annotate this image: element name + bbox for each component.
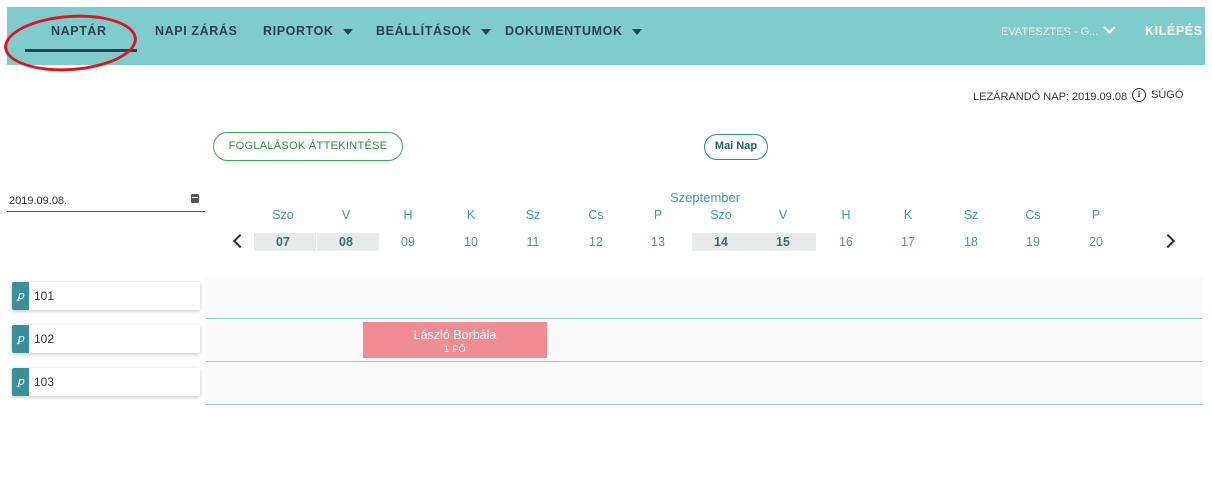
- booking-guest-count: 1 FŐ: [443, 344, 466, 354]
- day-name: Sz: [963, 208, 979, 222]
- day-number[interactable]: 19: [1013, 233, 1053, 251]
- nav-settings-label: BEÁLLÍTÁSOK: [376, 24, 472, 38]
- logout-button[interactable]: KILÉPÉS: [1145, 24, 1203, 38]
- day-name: P: [1091, 208, 1101, 222]
- booking-block[interactable]: László Borbála 1 FŐ: [363, 322, 547, 358]
- help-link[interactable]: i SÚGÓ: [1132, 88, 1183, 102]
- caret-down-icon: [631, 28, 642, 35]
- key-icon: ꝑ: [12, 368, 29, 396]
- nav-settings[interactable]: BEÁLLÍTÁSOK: [376, 24, 491, 38]
- day-number[interactable]: 16: [826, 233, 866, 251]
- info-icon: i: [1132, 88, 1146, 102]
- room-number: 101: [34, 289, 55, 303]
- user-menu[interactable]: EVATESZTES - G...: [1001, 21, 1117, 38]
- day-number[interactable]: 10: [451, 233, 491, 251]
- day-number[interactable]: 17: [888, 233, 928, 251]
- nav-reports-label: RIPORTOK: [263, 24, 334, 38]
- room-number: 102: [34, 332, 55, 346]
- room-card[interactable]: ꝑ 101: [12, 282, 200, 310]
- caret-down-icon: [480, 28, 491, 35]
- calendar-icon[interactable]: [191, 194, 199, 203]
- day-name: Szo: [272, 208, 294, 222]
- next-arrow-icon[interactable]: [1160, 233, 1176, 249]
- day-number[interactable]: 09: [388, 233, 428, 251]
- room-row-strip[interactable]: [205, 276, 1203, 319]
- day-name: K: [903, 208, 913, 222]
- day-name: H: [841, 208, 851, 222]
- date-value: 2019.09.08.: [9, 195, 68, 207]
- previous-arrow-icon[interactable]: [232, 233, 248, 249]
- day-name: H: [403, 208, 413, 222]
- help-label: SÚGÓ: [1151, 89, 1184, 101]
- day-name: K: [466, 208, 476, 222]
- day-number[interactable]: 14: [701, 233, 741, 251]
- day-name: V: [341, 208, 351, 222]
- nav-reports[interactable]: RIPORTOK: [263, 24, 353, 38]
- room-row-strip[interactable]: [205, 319, 1203, 362]
- day-name: Cs: [588, 208, 604, 222]
- day-number[interactable]: 11: [513, 233, 553, 251]
- key-icon: ꝑ: [12, 325, 29, 353]
- today-button[interactable]: Mai Nap: [704, 134, 768, 160]
- day-number[interactable]: 18: [951, 233, 991, 251]
- day-name: V: [778, 208, 788, 222]
- caret-down-icon: [342, 28, 353, 35]
- day-number[interactable]: 13: [638, 233, 678, 251]
- date-picker-input[interactable]: 2019.09.08.: [7, 191, 205, 212]
- nav-daily-closing[interactable]: NAPI ZÁRÁS: [155, 24, 237, 38]
- room-card[interactable]: ꝑ 103: [12, 368, 200, 396]
- day-name: P: [653, 208, 663, 222]
- booking-guest-name: László Borbála: [413, 328, 497, 342]
- user-name: EVATESZTES - G...: [1001, 26, 1099, 38]
- room-row-strip[interactable]: [205, 362, 1203, 405]
- day-name: Szo: [710, 208, 732, 222]
- day-number[interactable]: 15: [763, 233, 803, 251]
- bookings-overview-button[interactable]: FOGLALÁSOK ÁTTEKINTÉSE: [213, 132, 403, 161]
- day-number[interactable]: 08: [326, 233, 366, 251]
- nav-documents[interactable]: DOKUMENTUMOK: [505, 24, 642, 38]
- nav-documents-label: DOKUMENTUMOK: [505, 24, 623, 38]
- key-icon: ꝑ: [12, 282, 29, 310]
- day-number[interactable]: 07: [263, 233, 303, 251]
- day-number[interactable]: 12: [576, 233, 616, 251]
- chevron-down-icon: [1103, 21, 1117, 34]
- month-label: Szeptember: [670, 190, 741, 205]
- room-card[interactable]: ꝑ 102: [12, 325, 200, 353]
- room-number: 103: [34, 375, 55, 389]
- day-name: Sz: [525, 208, 541, 222]
- closing-day-label: LEZÁRANDÓ NAP: 2019.09.08: [973, 91, 1128, 103]
- day-name: Cs: [1025, 208, 1041, 222]
- day-number[interactable]: 20: [1076, 233, 1116, 251]
- top-navigation-bar: NAPTÁR NAPI ZÁRÁS RIPORTOK BEÁLLÍTÁSOK D…: [7, 7, 1205, 65]
